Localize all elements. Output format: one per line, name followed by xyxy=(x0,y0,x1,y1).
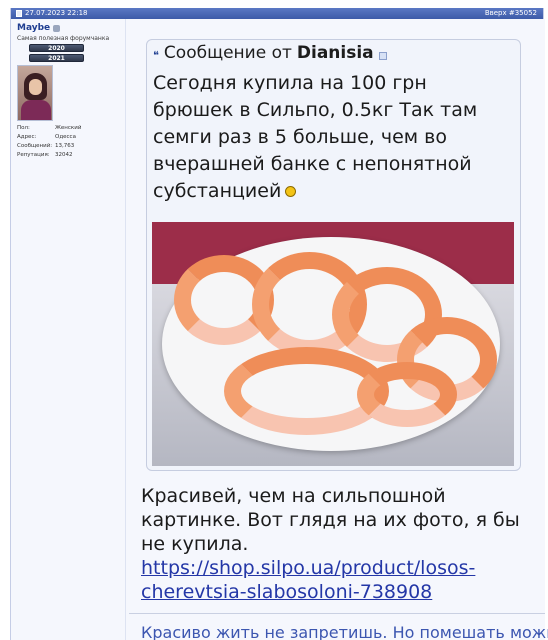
address-row: Адрес: Одесса xyxy=(17,133,119,142)
reply-text: Красивей, чем на сильпошной картинке. Во… xyxy=(141,484,536,604)
quote-prefix: Сообщение от xyxy=(163,43,292,63)
salmon-slice-6 xyxy=(357,362,457,427)
messages-label: Сообщений: xyxy=(17,143,53,149)
signature-separator xyxy=(129,613,545,614)
forum-post: 27.07.2023 22:18 Вверх #35052 Maybe Сама… xyxy=(10,8,548,640)
quote-header: ❝ Сообщение от Dianisia xyxy=(153,43,387,63)
document-icon xyxy=(16,10,22,17)
award-badge-2021: 2021 xyxy=(29,54,84,62)
reply-message: Красивей, чем на сильпошной картинке. Во… xyxy=(141,485,520,555)
reputation-value: 32042 xyxy=(55,152,73,158)
quote-author[interactable]: Dianisia xyxy=(297,43,374,63)
post-header: 27.07.2023 22:18 Вверх #35052 xyxy=(11,8,543,19)
username[interactable]: Maybe xyxy=(17,23,119,33)
user-sidebar: Maybe Самая полезная форумчанка 2020 202… xyxy=(11,19,126,640)
user-signature: Красиво жить не запретишь. Но помешать м… xyxy=(141,623,548,640)
top-link[interactable]: Вверх #35052 xyxy=(485,8,537,19)
quote-box: ❝ Сообщение от Dianisia Сегодня купила н… xyxy=(146,39,521,471)
quote-icon: ❝ xyxy=(153,48,159,62)
address-value: Одесса xyxy=(55,134,76,140)
reputation-row: Репутация: 32042 xyxy=(17,151,119,160)
gender-label: Пол: xyxy=(17,125,30,131)
post-content: ❝ Сообщение от Dianisia Сегодня купила н… xyxy=(129,19,548,640)
product-link[interactable]: https://shop.silpo.ua/product/losos-cher… xyxy=(141,556,536,604)
messages-row: Сообщений: 13,763 xyxy=(17,142,119,151)
username-text[interactable]: Maybe xyxy=(17,23,50,33)
address-label: Адрес: xyxy=(17,134,37,140)
online-status-icon xyxy=(53,24,61,32)
post-date-text: 27.07.2023 22:18 xyxy=(25,9,88,17)
award-badge-2020: 2020 xyxy=(29,44,84,52)
avatar[interactable] xyxy=(17,65,53,121)
jump-to-post-icon[interactable] xyxy=(378,52,387,60)
gender-value: Женский xyxy=(55,125,82,131)
user-info: Пол: Женский Адрес: Одесса Сообщений: 13,76… xyxy=(17,124,119,160)
messages-value: 13,763 xyxy=(55,143,75,149)
post-date: 27.07.2023 22:18 xyxy=(16,8,87,19)
reputation-label: Репутация: xyxy=(17,152,50,158)
salmon-photo[interactable] xyxy=(152,222,514,466)
gender-row: Пол: Женский xyxy=(17,124,119,133)
avatar-body xyxy=(21,100,51,120)
quote-message: Сегодня купила на 100 грн брюшек в Сильп… xyxy=(153,72,478,202)
user-title: Самая полезная форумчанка xyxy=(17,35,110,42)
smiley-icon xyxy=(285,186,297,197)
avatar-face xyxy=(29,79,42,95)
quote-text: Сегодня купила на 100 грн брюшек в Сильп… xyxy=(153,70,513,205)
